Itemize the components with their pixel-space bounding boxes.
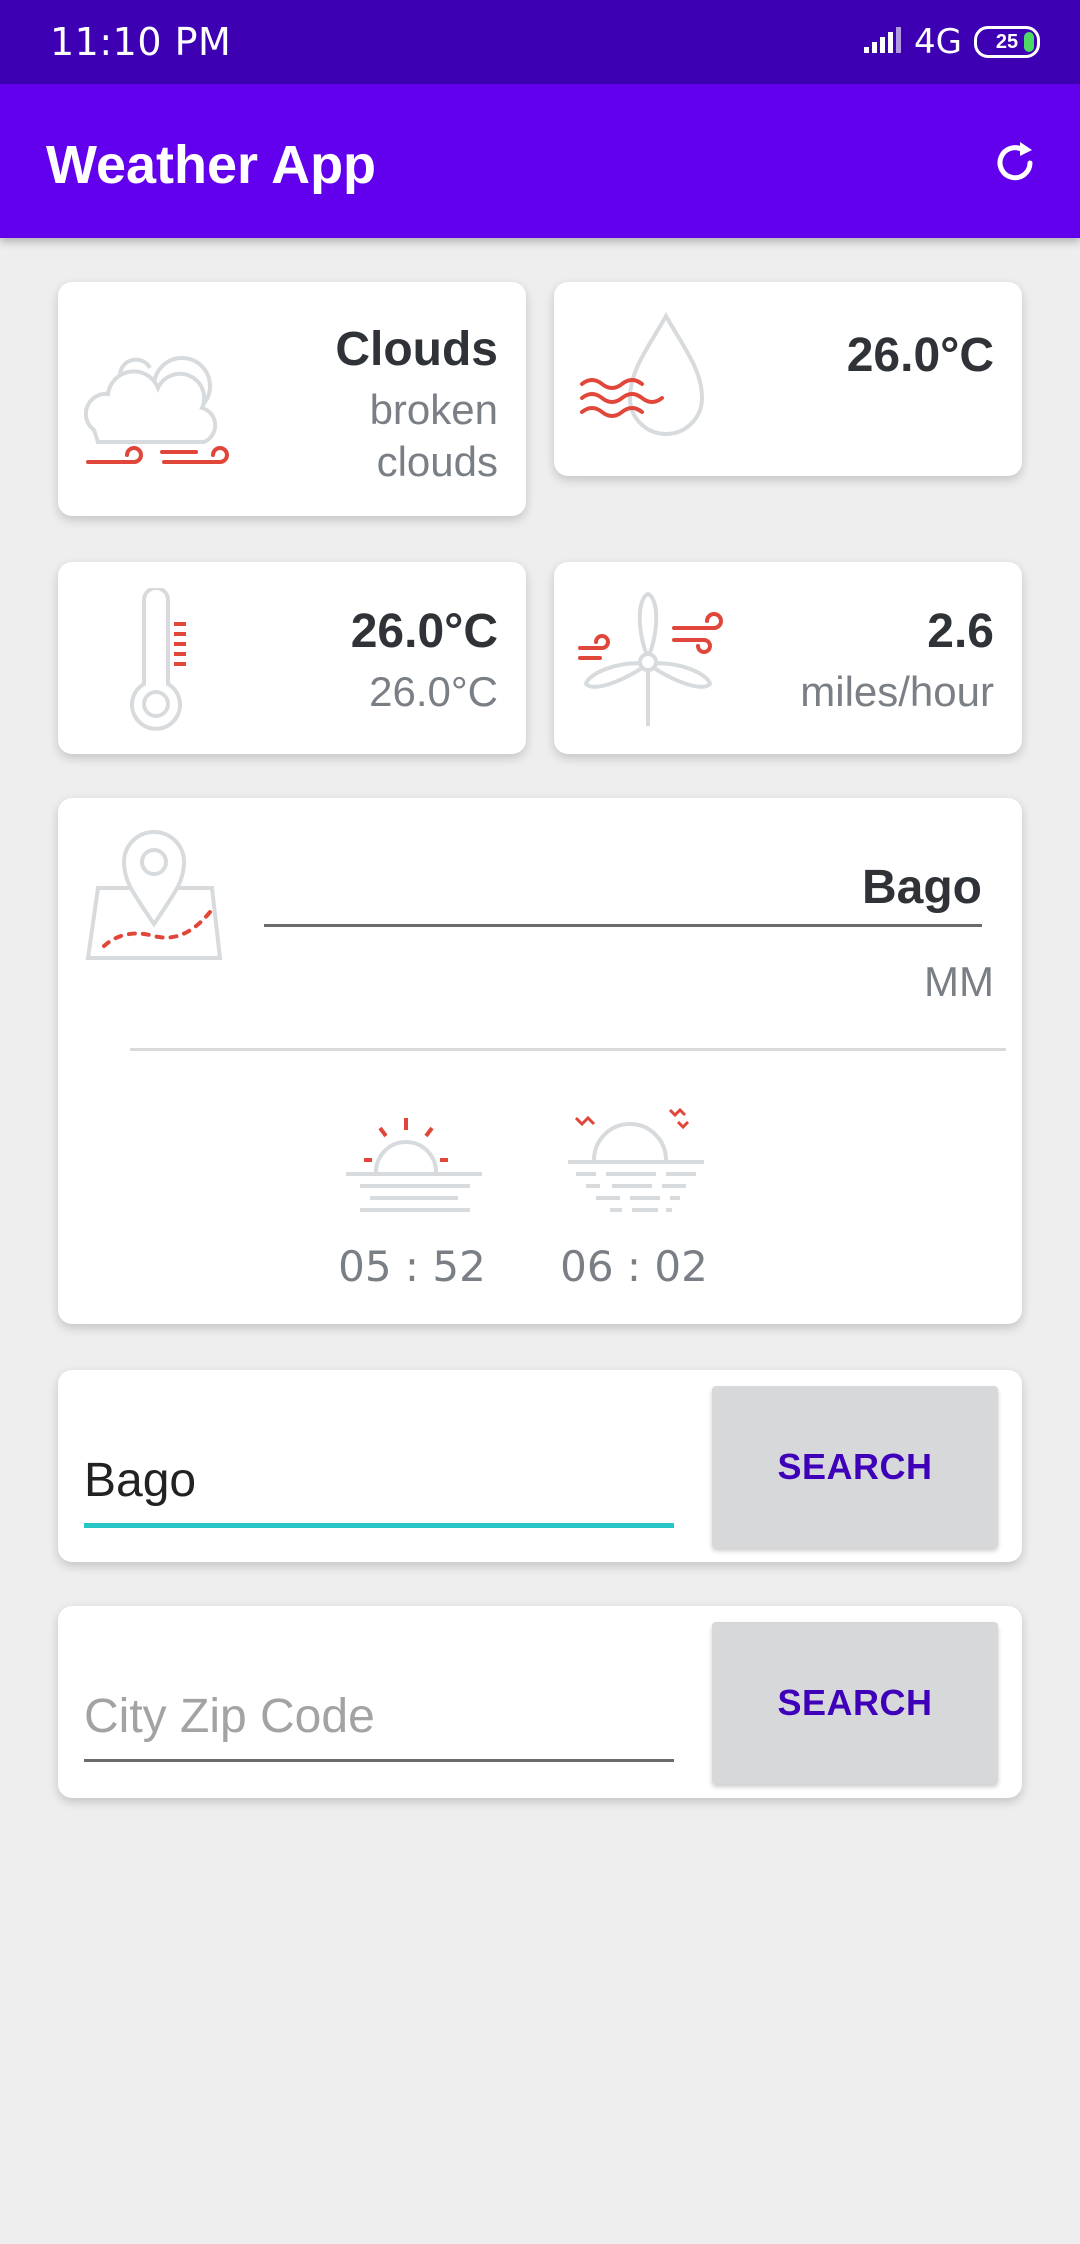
sunset-time: 06 : 02 (560, 1242, 708, 1291)
condition-main: Clouds (335, 323, 498, 376)
city-input-underline (84, 1523, 674, 1528)
wind-unit: miles/hour (800, 668, 994, 715)
battery-icon: 25 (974, 26, 1040, 58)
wind-turbine-icon (578, 591, 723, 726)
temp-main: 26.0°C (350, 605, 498, 658)
zip-input-underline (84, 1759, 674, 1762)
humidity-card: 26.0°C (554, 282, 1022, 476)
sunrise-icon (346, 1118, 482, 1212)
status-bar: 11:10 PM 4G 25 (0, 0, 1080, 84)
condition-desc-line2: clouds (376, 438, 498, 485)
city-input-wrap (84, 1440, 674, 1528)
zip-code-input[interactable] (84, 1676, 674, 1756)
humidity-drop-icon (580, 311, 705, 436)
country-code: MM (924, 958, 994, 1005)
city-name: Bago (862, 861, 982, 914)
temperature-card: 26.0°C 26.0°C (58, 562, 526, 754)
condition-desc-line1: broken (369, 386, 498, 433)
city-search-input[interactable] (84, 1440, 674, 1520)
status-time: 11:10 PM (50, 20, 232, 64)
network-type: 4G (914, 22, 962, 62)
status-icons: 4G 25 (862, 22, 1040, 62)
battery-level: 25 (995, 30, 1019, 53)
humidity-value: 26.0°C (846, 329, 994, 382)
divider (130, 1048, 1006, 1051)
city-search-card: SEARCH (58, 1370, 1022, 1562)
refresh-icon (997, 142, 1033, 181)
cloud-wind-icon (84, 356, 229, 464)
signal-icon (862, 25, 902, 60)
map-pin-icon (85, 830, 223, 960)
sunrise-time: 05 : 52 (338, 1242, 486, 1291)
zip-search-button[interactable]: SEARCH (712, 1622, 998, 1784)
app-title: Weather App (46, 135, 377, 195)
zip-input-wrap (84, 1676, 674, 1762)
zip-search-card: SEARCH (58, 1606, 1022, 1798)
wind-card: 2.6 miles/hour (554, 562, 1022, 754)
sunset-icon (568, 1107, 704, 1212)
refresh-button[interactable] (984, 132, 1046, 194)
city-search-button[interactable]: SEARCH (712, 1386, 998, 1548)
wind-speed: 2.6 (927, 605, 994, 658)
condition-card: Clouds broken clouds (58, 282, 526, 516)
thermometer-icon (130, 588, 186, 731)
app-bar: Weather App (0, 84, 1080, 238)
city-underline (264, 924, 982, 927)
temp-sub: 26.0°C (369, 668, 498, 715)
location-card: Bago MM 05 : 52 06 : 02 (58, 798, 1022, 1324)
